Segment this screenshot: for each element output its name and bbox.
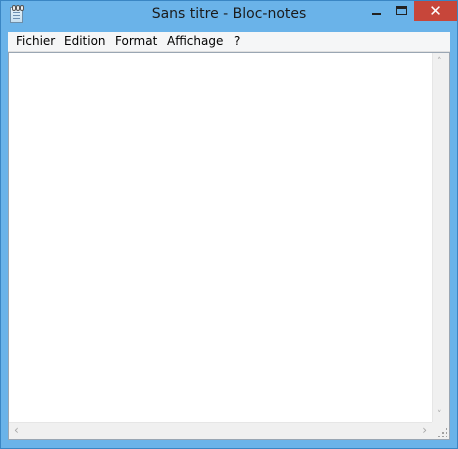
window-title: Sans titre - Bloc-notes (151, 6, 307, 22)
menu-help[interactable]: ? (234, 34, 240, 48)
menu-bar: Fichier Edition Format Affichage ? (8, 32, 450, 52)
menu-format[interactable]: Format (115, 34, 157, 48)
minimize-button[interactable] (363, 1, 389, 21)
scroll-right-icon[interactable]: › (422, 424, 427, 436)
notepad-icon[interactable] (10, 5, 24, 23)
menu-fichier[interactable]: Fichier (16, 34, 55, 48)
text-line-mark (13, 18, 20, 19)
minimize-icon (372, 13, 381, 15)
close-icon: ✕ (429, 2, 442, 20)
scroll-down-icon[interactable]: ˅ (437, 411, 442, 420)
maximize-icon (396, 6, 407, 15)
title-bar[interactable]: Sans titre - Bloc-notes ✕ (1, 1, 457, 31)
menu-affichage[interactable]: Affichage (167, 34, 223, 48)
scroll-left-icon[interactable]: ‹ (14, 424, 19, 436)
resize-grip-icon[interactable] (437, 427, 447, 437)
text-editor[interactable]: ˄ ˅ ‹ › (8, 52, 450, 440)
scroll-up-icon[interactable]: ˄ (437, 58, 442, 67)
maximize-button[interactable] (389, 1, 414, 21)
text-line-mark (13, 12, 20, 13)
vertical-scrollbar[interactable]: ˄ ˅ (432, 53, 449, 423)
ring-mark (20, 5, 24, 11)
horizontal-scrollbar[interactable]: ‹ › (9, 422, 432, 439)
menu-edition[interactable]: Edition (64, 34, 106, 48)
resize-corner[interactable] (432, 422, 449, 439)
editor-content[interactable] (11, 55, 430, 420)
notepad-window: Sans titre - Bloc-notes ✕ Fichier Editio… (0, 0, 458, 449)
close-button[interactable]: ✕ (414, 1, 457, 21)
text-line-mark (13, 15, 20, 16)
